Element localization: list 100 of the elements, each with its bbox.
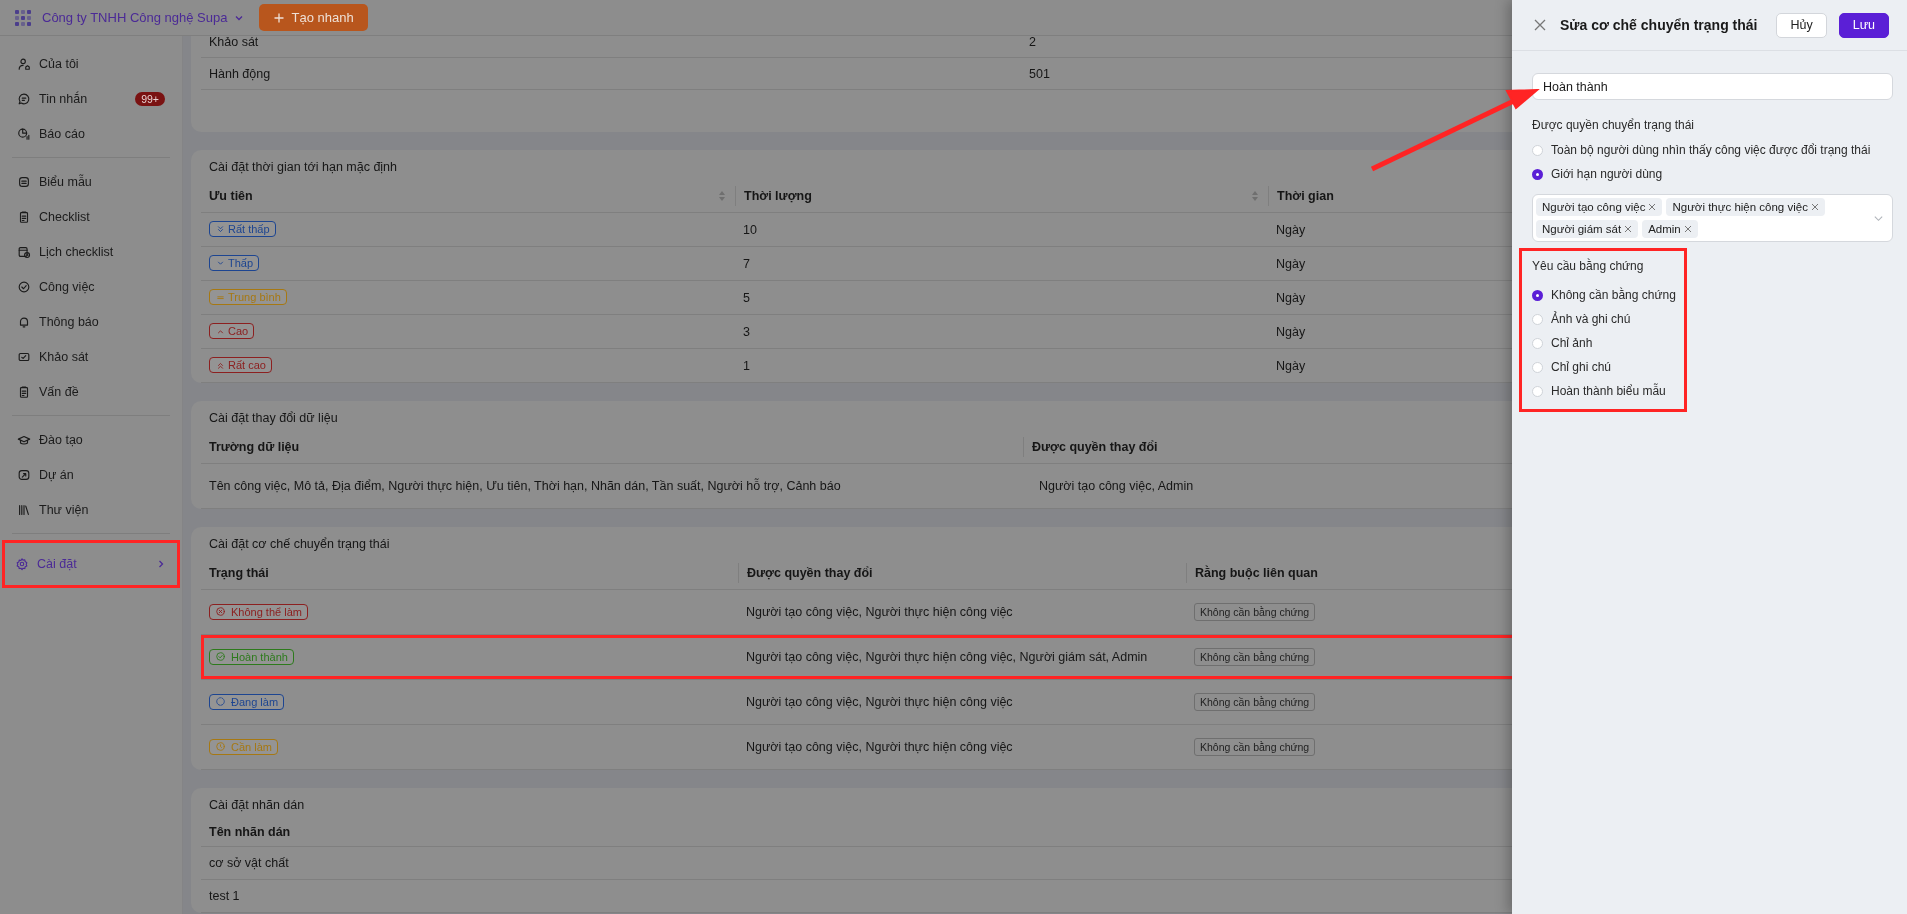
user-icon: [17, 56, 31, 71]
table-cell-text: 10: [742, 222, 758, 237]
constraint-tag: Không cần bằng chứng: [1194, 738, 1316, 756]
check-circle-icon: [215, 651, 226, 663]
column-header: Trường dữ liệu: [209, 440, 300, 454]
constraint-tag: Không cần bằng chứng: [1194, 693, 1316, 711]
radio-label: Không cần bằng chứng: [1551, 288, 1676, 302]
sidebar-item[interactable]: Vấn đề: [6, 374, 176, 409]
save-button[interactable]: Lưu: [1838, 12, 1889, 38]
table-cell-text: 1: [742, 358, 751, 373]
logo-icon[interactable]: [14, 8, 32, 27]
sidebar-item[interactable]: Cài đặt: [2, 540, 180, 588]
status-tag: Không thể làm: [209, 603, 308, 620]
table-cell-text: Người tạo công việc, Người thực hiện công việc: [745, 605, 1014, 619]
sidebar-item[interactable]: Khảo sát: [6, 339, 176, 374]
clock-icon: [215, 741, 226, 753]
user-chip: Người giám sát: [1536, 220, 1639, 238]
panel-title: Sửa cơ chế chuyển trạng thái: [1560, 17, 1759, 33]
column-header: Thời gian: [1277, 189, 1334, 203]
section-title: Cài đặt nhãn dán: [208, 797, 306, 814]
priority-tag: Thấp: [209, 255, 260, 272]
clipboard-icon: [17, 384, 31, 399]
radio-label: Toàn bộ người dùng nhìn thấy công việc được đổi trạng thái: [1551, 143, 1871, 157]
sidebar-item[interactable]: Đào tạo: [6, 422, 176, 457]
name-field[interactable]: Hoàn thành: [1532, 73, 1893, 100]
table-cell-text: Tên công việc, Mô tả, Địa điểm, Người thực hiện, Ưu tiên, Thời hạn, Nhãn dán, Tần suất, Người hỗ trợ, Cảnh báo: [208, 479, 842, 493]
table-cell-text: Ngày: [1275, 290, 1307, 305]
table-cell-text: test 1: [208, 889, 241, 903]
remove-icon[interactable]: [1810, 203, 1819, 211]
sort-icon[interactable]: [1250, 189, 1260, 203]
chart-icon: [17, 126, 31, 141]
sidebar-item[interactable]: Thư viện: [6, 492, 176, 527]
radio-button[interactable]: [1532, 289, 1543, 301]
section-title: Cài đặt thời gian tới hạn mặc định: [208, 159, 399, 176]
table-cell-text: 501: [1028, 66, 1051, 81]
radio-label: Ảnh và ghi chú: [1551, 312, 1631, 326]
table-cell-text: 2: [1028, 36, 1037, 49]
column-header: Thời lượng: [744, 189, 812, 203]
priority-tag: Rất cao: [209, 357, 272, 374]
clipboard-icon: [17, 209, 31, 224]
column-header: Rằng buộc liên quan: [1195, 566, 1318, 580]
dashed-circle-icon: [215, 696, 226, 708]
column-header: Ưu tiên: [209, 189, 253, 203]
remove-icon[interactable]: [1683, 225, 1692, 233]
radio-button[interactable]: [1532, 168, 1543, 180]
sidebar-item[interactable]: Tin nhắn 99+: [6, 81, 176, 116]
radio-label: Hoàn thành biểu mẫu: [1551, 384, 1666, 398]
table-cell-text: Ngày: [1275, 256, 1307, 271]
sidebar-item[interactable]: Checklist: [6, 199, 176, 234]
status-tag: Cần làm: [209, 738, 278, 755]
close-icon[interactable]: [1532, 17, 1548, 33]
user-chip: Admin: [1642, 220, 1698, 238]
chevron-down-icon: [1873, 213, 1884, 224]
remove-icon[interactable]: [1648, 203, 1657, 211]
company-selector[interactable]: Công ty TNHH Công nghệ Supa: [42, 10, 246, 25]
table-cell-text: Ngày: [1275, 358, 1307, 373]
sidebar-item[interactable]: Công việc: [6, 269, 176, 304]
radio-label: Chỉ ghi chú: [1551, 360, 1612, 374]
chat-icon: [17, 91, 31, 106]
sidebar-item[interactable]: Biểu mẫu: [6, 164, 176, 199]
table-cell-text: 3: [742, 324, 751, 339]
table-cell-text: Người tạo công việc, Người thực hiện công việc, Người giám sát, Admin: [745, 650, 1149, 664]
table-cell-text: Hành động: [208, 66, 272, 81]
books-icon: [17, 502, 31, 517]
status-tag: Đang làm: [209, 693, 285, 710]
radio-label: Chỉ ảnh: [1551, 336, 1593, 350]
status-tag: Hoàn thành: [209, 648, 294, 665]
quick-create-button[interactable]: Tạo nhanh: [259, 4, 368, 31]
sidebar-item[interactable]: Thông báo: [6, 304, 176, 339]
user-chip: Người thực hiện công việc: [1666, 198, 1825, 216]
table-cell-text: 5: [742, 290, 751, 305]
sort-icon[interactable]: [717, 189, 727, 203]
user-select[interactable]: Người tạo công việc Người thực hiện công việc Người giám sát Admin: [1532, 194, 1893, 242]
field-label: Yêu cầu bằng chứng: [1532, 259, 1645, 273]
sidebar-item[interactable]: Của tôi: [6, 46, 176, 81]
column-header: Tên nhãn dán: [209, 825, 291, 839]
field-label: Được quyền chuyển trạng thái: [1532, 118, 1695, 132]
sidebar-item[interactable]: Dự án: [6, 457, 176, 492]
table-cell-text: Người tạo công việc, Người thực hiện công việc: [745, 695, 1014, 709]
table-cell-text: Người tạo công việc, Người thực hiện công việc: [745, 740, 1014, 754]
document-icon: [17, 174, 31, 189]
priority-tag: Cao: [209, 323, 255, 340]
sidebar-item[interactable]: Báo cáo: [6, 116, 176, 151]
constraint-tag: Không cần bằng chứng: [1194, 648, 1316, 666]
sidebar-item[interactable]: Lịch checklist: [6, 234, 176, 269]
plus-icon: [273, 11, 286, 24]
priority-tag: Rất thấp: [209, 221, 276, 238]
table-cell-text: Ngày: [1275, 324, 1307, 339]
double-chevron-down-icon: [215, 223, 226, 235]
constraint-tag: Không cần bằng chứng: [1194, 603, 1316, 621]
section-title: Cài đặt cơ chế chuyển trạng thái: [208, 536, 391, 553]
table-cell-text: 7: [742, 256, 751, 271]
count-badge: 99+: [135, 91, 165, 106]
remove-icon[interactable]: [1624, 225, 1633, 233]
radio-label: Giới hạn người dùng: [1551, 167, 1663, 181]
bell-icon: [17, 314, 31, 329]
column-header: Trạng thái: [209, 566, 269, 580]
table-cell-text: Ngày: [1275, 222, 1307, 237]
cancel-button[interactable]: Hủy: [1776, 12, 1827, 38]
priority-tag: Trung bình: [209, 289, 287, 306]
